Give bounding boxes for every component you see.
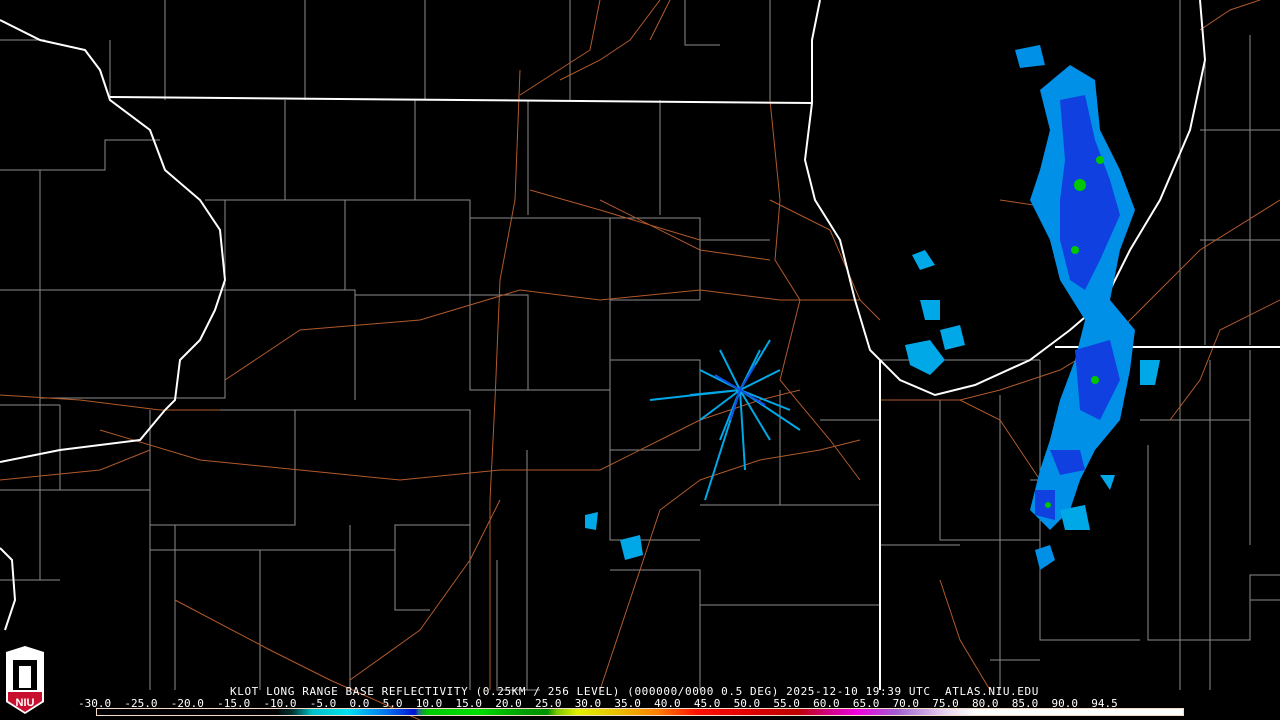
radar-map-view: NIU KLOT LONG RANGE BASE REFLECTIVITY (0… xyxy=(0,0,1280,720)
svg-text:NIU: NIU xyxy=(16,697,35,709)
reflectivity-colorbar xyxy=(96,708,1184,716)
base-map xyxy=(0,0,1280,720)
niu-logo-icon: NIU xyxy=(3,646,47,718)
echo-ground-clutter xyxy=(649,339,801,501)
radar-echoes xyxy=(585,45,1160,570)
